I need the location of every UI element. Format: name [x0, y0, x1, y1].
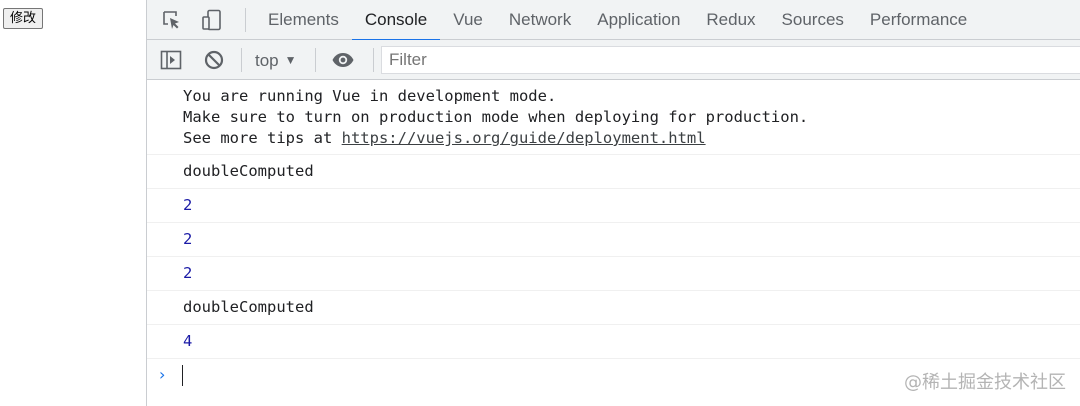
- toolbar-divider: [241, 48, 242, 72]
- text-caret: [182, 365, 183, 386]
- context-label: top: [255, 51, 279, 70]
- tab-vue[interactable]: Vue: [440, 0, 496, 40]
- console-message: doubleComputed: [147, 155, 1080, 189]
- tab-application[interactable]: Application: [584, 0, 693, 40]
- vue-deployment-link[interactable]: https://vuejs.org/guide/deployment.html: [342, 129, 706, 147]
- tab-redux[interactable]: Redux: [693, 0, 768, 40]
- console-message: 2: [147, 257, 1080, 291]
- modify-button[interactable]: 修改: [3, 8, 44, 29]
- console-message: 2: [147, 223, 1080, 257]
- live-expression-eye-icon[interactable]: [331, 48, 355, 72]
- tab-console[interactable]: Console: [351, 0, 441, 41]
- clear-console-icon[interactable]: [202, 48, 226, 72]
- panel-tabs: Elements Console Vue Network Application…: [255, 0, 980, 41]
- console-message: 2: [147, 189, 1080, 223]
- inspect-element-icon[interactable]: [160, 8, 184, 32]
- console-message: 4: [147, 325, 1080, 359]
- tab-elements[interactable]: Elements: [255, 0, 352, 40]
- toolbar-divider: [315, 48, 316, 72]
- dropdown-arrow-icon: ▼: [284, 53, 297, 67]
- devtools-panel: Elements Console Vue Network Application…: [146, 0, 1080, 406]
- tab-network[interactable]: Network: [496, 0, 584, 40]
- watermark: @稀土掘金技术社区: [904, 372, 1066, 393]
- tab-performance[interactable]: Performance: [857, 0, 980, 40]
- console-message-vue-notice: You are running Vue in development mode.…: [147, 81, 1080, 155]
- console-message: doubleComputed: [147, 291, 1080, 325]
- filter-input[interactable]: [381, 46, 1080, 74]
- console-output: You are running Vue in development mode.…: [147, 81, 1080, 391]
- console-toolbar: top ▼: [147, 40, 1080, 80]
- toolbar-divider: [373, 48, 374, 72]
- toolbar-divider: [245, 8, 246, 32]
- prompt-chevron-icon: ›: [159, 365, 166, 384]
- page-area: 修改: [0, 0, 146, 406]
- vue-notice-line: Make sure to turn on production mode whe…: [183, 108, 809, 126]
- show-sidebar-icon[interactable]: [159, 48, 183, 72]
- device-toolbar-icon[interactable]: [200, 8, 224, 32]
- devtools-tabbar: Elements Console Vue Network Application…: [147, 0, 1080, 41]
- context-selector[interactable]: top ▼: [255, 40, 297, 80]
- vue-notice-line: You are running Vue in development mode.: [183, 87, 557, 105]
- tab-sources[interactable]: Sources: [769, 0, 857, 40]
- vue-notice-line: See more tips at: [183, 129, 342, 147]
